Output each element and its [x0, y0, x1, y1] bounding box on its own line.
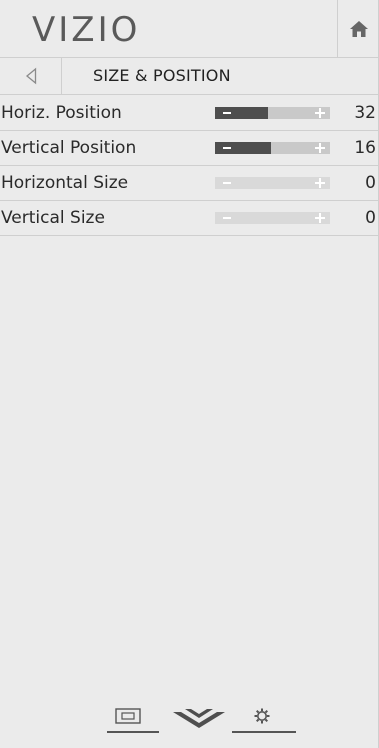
- setting-row-horiz-position[interactable]: Horiz. Position 32: [0, 96, 379, 131]
- page-title: SIZE & POSITION: [93, 66, 231, 85]
- back-arrow-icon: [25, 67, 36, 85]
- bottom-nav: [0, 700, 379, 748]
- settings-button[interactable]: [232, 705, 296, 735]
- vizio-v-icon: [173, 709, 225, 728]
- setting-row-vertical-position[interactable]: Vertical Position 16: [0, 131, 379, 166]
- minus-icon: [223, 147, 231, 149]
- input-icon: [107, 708, 159, 733]
- setting-label: Vertical Size: [1, 208, 105, 228]
- title-bar: SIZE & POSITION: [0, 58, 379, 95]
- setting-row-vertical-size[interactable]: Vertical Size 0: [0, 201, 379, 236]
- horiz-position-slider[interactable]: [215, 107, 330, 119]
- minus-icon: [223, 217, 231, 219]
- setting-value: 0: [365, 208, 376, 228]
- home-icon: [349, 20, 368, 37]
- vertical-position-slider[interactable]: [215, 142, 330, 154]
- plus-icon-vertical-bar: [319, 213, 321, 223]
- header: VIZIO: [0, 0, 379, 58]
- gear-icon: [232, 708, 296, 733]
- home-button[interactable]: [337, 0, 379, 57]
- plus-icon-vertical-bar: [319, 143, 321, 153]
- horizontal-size-slider[interactable]: [215, 177, 330, 189]
- setting-row-horizontal-size[interactable]: Horizontal Size 0: [0, 166, 379, 201]
- plus-icon-vertical-bar: [319, 178, 321, 188]
- settings-menu-panel: VIZIO SIZE & POSITION Horiz. Position 32…: [0, 0, 379, 748]
- setting-value: 16: [354, 138, 376, 158]
- setting-label: Vertical Position: [1, 138, 137, 158]
- back-button[interactable]: [0, 58, 62, 94]
- plus-icon-vertical-bar: [319, 108, 321, 118]
- minus-icon: [223, 182, 231, 184]
- setting-value: 0: [365, 173, 376, 193]
- minus-icon: [223, 112, 231, 114]
- setting-label: Horizontal Size: [1, 173, 129, 193]
- input-button[interactable]: [107, 705, 159, 735]
- setting-value: 32: [354, 103, 376, 123]
- vizio-menu-button[interactable]: [171, 706, 227, 732]
- setting-label: Horiz. Position: [1, 103, 122, 123]
- vizio-logo: VIZIO: [32, 10, 141, 50]
- vertical-size-slider[interactable]: [215, 212, 330, 224]
